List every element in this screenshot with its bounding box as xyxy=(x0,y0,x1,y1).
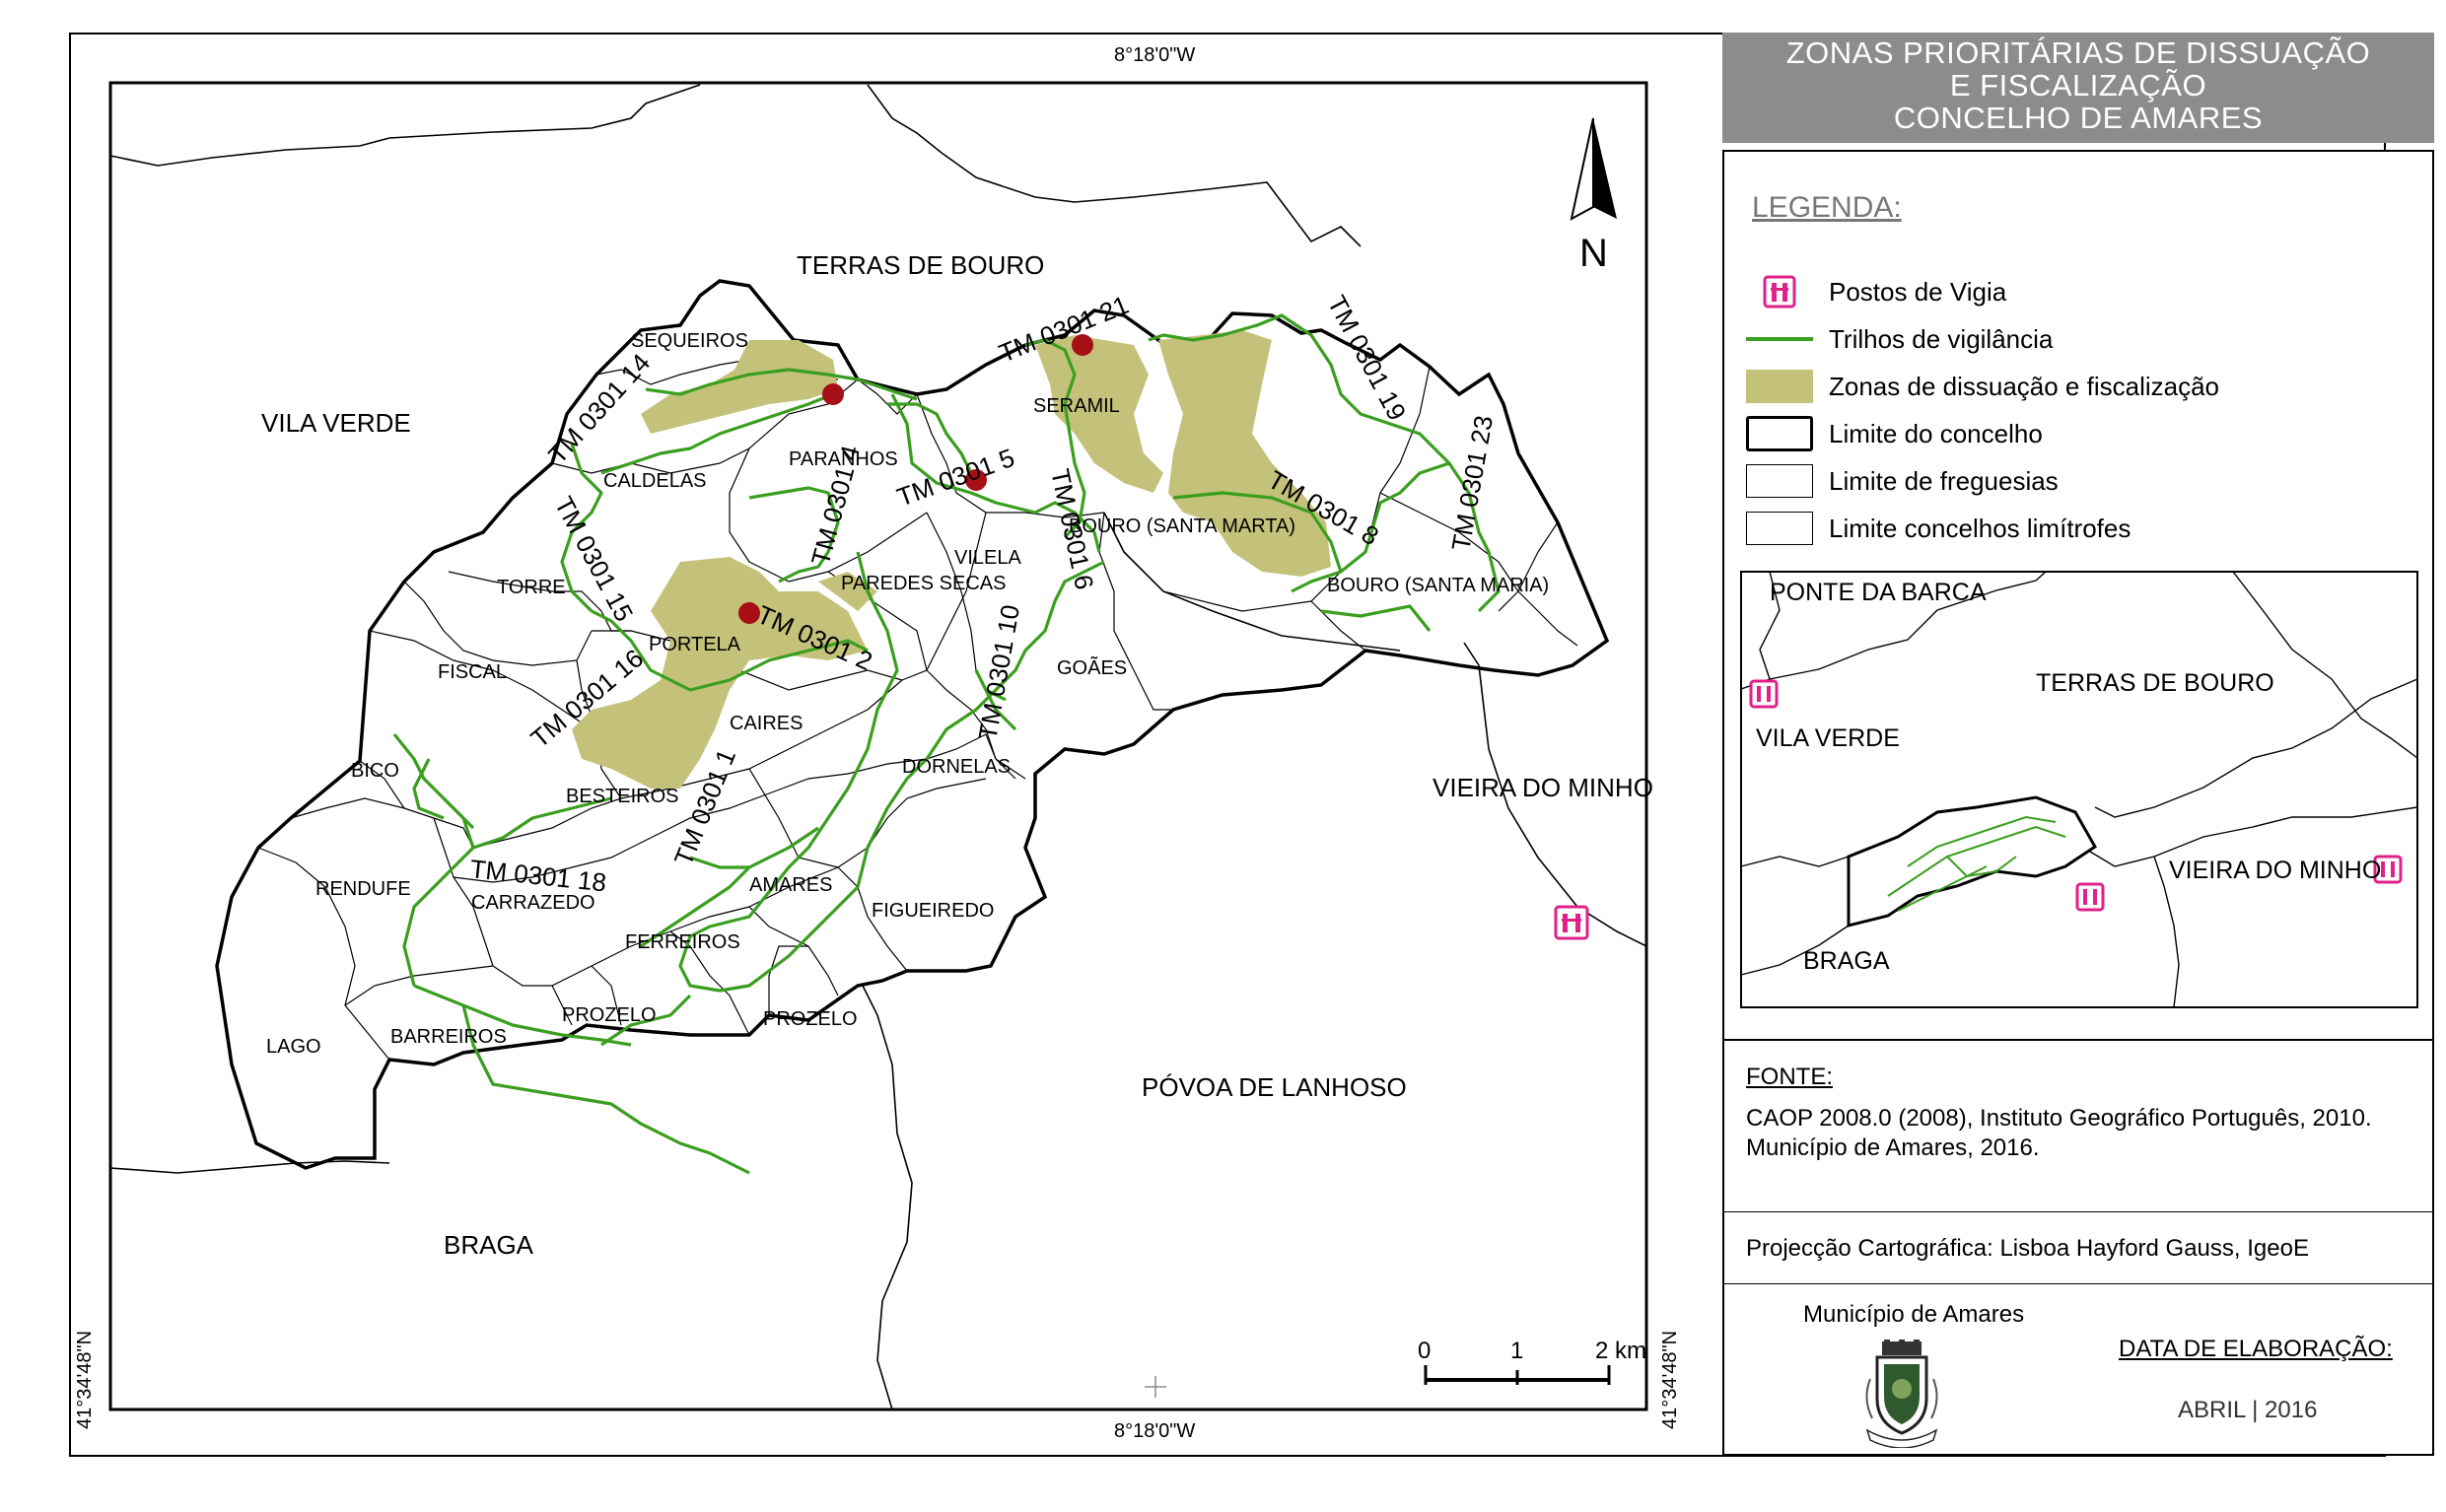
source-heading: FONTE: xyxy=(1746,1064,1833,1090)
map-frame xyxy=(108,81,1648,1411)
legend-item-trail: Trilhos de vigilância xyxy=(1746,319,2053,359)
limitrofes-swatch xyxy=(1746,512,1813,545)
trail-line-icon xyxy=(1746,337,1813,341)
label-seramil: SERAMIL xyxy=(1033,395,1120,417)
legend-item-watchtower: Postos de Vigia xyxy=(1746,272,2006,311)
label-bouro-santa-maria: BOURO (SANTA MARIA) xyxy=(1327,575,1549,596)
label-prozelo-2: PROZELO xyxy=(763,1008,858,1030)
legend-item-zone: Zonas de dissuação e fiscalização xyxy=(1746,367,2219,406)
inset-map: PONTE DA BARCA TERRAS DE BOURO VILA VERD… xyxy=(1740,571,2418,1008)
label-torre: TORRE xyxy=(497,577,566,598)
concelho-swatch xyxy=(1746,416,1813,451)
date-heading: DATA DE ELABORAÇÃO: xyxy=(2119,1336,2393,1362)
label-amares: AMARES xyxy=(749,874,832,896)
label-povoa-de-lanhoso: PÓVOA DE LANHOSO xyxy=(1142,1072,1407,1102)
inset-label-braga: BRAGA xyxy=(1803,947,1890,975)
legend-label: Trilhos de vigilância xyxy=(1829,323,2054,354)
label-goaes: GOÃES xyxy=(1057,655,1127,679)
legend-item-limitrofes: Limite concelhos limítrofes xyxy=(1746,509,2131,548)
label-vieira-do-minho: VIEIRA DO MINHO xyxy=(1433,773,1653,802)
label-vila-verde: VILA VERDE xyxy=(261,408,411,438)
legend-label: Limite do concelho xyxy=(1829,418,2043,448)
label-caldelas: CALDELAS xyxy=(603,470,707,492)
label-dornelas: DORNELAS xyxy=(902,756,1011,778)
coord-bottom: 8°18'0"W xyxy=(1114,1420,1195,1442)
scale-tick-0: 0 xyxy=(1418,1338,1431,1364)
watchtower-icon-inset-2 xyxy=(2075,882,2105,912)
label-paredes-secas: PAREDES SECAS xyxy=(841,573,1006,594)
watchtower-icon-main xyxy=(1554,905,1589,940)
label-bouro-santa-marta: BOURO (SANTA MARTA) xyxy=(1069,515,1295,537)
legend-label: Postos de Vigia xyxy=(1829,276,2007,307)
label-fiscal: FISCAL xyxy=(438,661,507,683)
main-map: N 0 1 2 km 8°18'0"W 8°18'0"W 41°34'48"N … xyxy=(74,44,1681,1442)
inset-label-terras-de-bouro: TERRAS DE BOURO xyxy=(2036,669,2274,697)
scale-tick-2: 2 km xyxy=(1595,1338,1646,1364)
inset-label-ponte-da-barca: PONTE DA BARCA xyxy=(1770,579,1987,606)
watchtower-icon xyxy=(1763,275,1796,309)
label-vilela: VILELA xyxy=(954,547,1021,569)
label-lago: LAGO xyxy=(266,1036,321,1058)
label-barreiros: BARREIROS xyxy=(390,1026,507,1048)
legend-item-freguesias: Limite de freguesias xyxy=(1746,461,2059,501)
divider xyxy=(1724,1039,2432,1041)
label-portela: PORTELA xyxy=(649,634,741,655)
coord-right: 41°34'48"N xyxy=(1659,1331,1681,1429)
legend-item-concelho: Limite do concelho xyxy=(1746,414,2043,453)
watchtower-icon-inset-1 xyxy=(1749,679,1779,709)
north-letter: N xyxy=(1579,232,1608,275)
label-braga: BRAGA xyxy=(444,1230,534,1260)
fire-point-1 xyxy=(822,383,844,405)
date-value: ABRIL | 2016 xyxy=(2178,1397,2318,1423)
side-panel: LEGENDA: Postos de Vigia Trilhos de vigi… xyxy=(1722,150,2434,1456)
divider xyxy=(1724,1211,2432,1212)
legend-label: Zonas de dissuação e fiscalização xyxy=(1829,371,2220,401)
projection-text: Projecção Cartográfica: Lisboa Hayford G… xyxy=(1746,1235,2309,1262)
label-figueiredo: FIGUEIREDO xyxy=(872,900,994,922)
label-sequeiros: SEQUEIROS xyxy=(631,330,748,352)
zone-swatch xyxy=(1746,370,1813,403)
label-caires: CAIRES xyxy=(730,713,803,734)
legend-label: Limite de freguesias xyxy=(1829,465,2059,496)
inset-label-vieira-do-minho: VIEIRA DO MINHO xyxy=(2169,857,2381,884)
title-line-1: ZONAS PRIORITÁRIAS DE DISSUAÇÃO xyxy=(1785,35,2371,70)
coord-left: 41°34'48"N xyxy=(74,1331,96,1429)
label-rendufe: RENDUFE xyxy=(315,878,411,900)
municipality-name: Município de Amares xyxy=(1803,1301,2025,1328)
coat-of-arms-icon xyxy=(1865,1340,1938,1448)
source-line-2: Município de Amares, 2016. xyxy=(1746,1134,2040,1161)
map-title: ZONAS PRIORITÁRIAS DE DISSUAÇÃO E FISCAL… xyxy=(1722,33,2434,143)
label-carrazedo: CARRAZEDO xyxy=(471,892,595,914)
freguesia-swatch xyxy=(1746,464,1813,498)
label-bico: BICO xyxy=(351,760,399,782)
source-line-1: CAOP 2008.0 (2008), Instituto Geográfico… xyxy=(1746,1105,2372,1132)
legend-heading: LEGENDA: xyxy=(1752,191,1902,224)
inset-label-vila-verde: VILA VERDE xyxy=(1756,724,1900,752)
title-line-3: CONCELHO DE AMARES xyxy=(1893,101,2264,135)
divider xyxy=(1724,1283,2432,1284)
label-ferreiros: FERREIROS xyxy=(625,931,740,953)
coord-top: 8°18'0"W xyxy=(1114,44,1195,66)
label-besteiros: BESTEIROS xyxy=(566,786,678,807)
legend-label: Limite concelhos limítrofes xyxy=(1829,513,2132,543)
label-prozelo-1: PROZELO xyxy=(562,1004,657,1026)
title-line-2: E FISCALIZAÇÃO xyxy=(1949,68,2207,103)
label-terras-de-bouro: TERRAS DE BOURO xyxy=(797,250,1044,280)
scale-tick-1: 1 xyxy=(1510,1338,1523,1364)
